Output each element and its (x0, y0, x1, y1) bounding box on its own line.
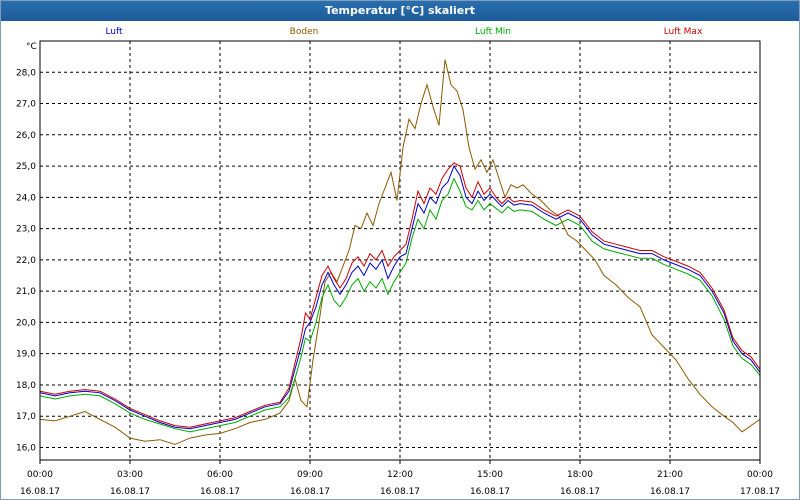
x-tick-time: 00:00 (27, 470, 53, 480)
x-tick-date: 16.08.17 (110, 487, 150, 497)
y-tick-label: 20,0 (16, 318, 36, 328)
legend-item: Luft Min (475, 27, 511, 37)
y-tick-label: 17,0 (16, 412, 36, 422)
y-tick-label: 23,0 (16, 225, 36, 235)
x-tick-date: 16.08.17 (650, 487, 690, 497)
x-tick-date: 16.08.17 (560, 487, 600, 497)
y-tick-label: 18,0 (16, 381, 36, 391)
y-tick-label: 25,0 (16, 162, 36, 172)
y-tick-label: 24,0 (16, 193, 36, 203)
y-tick-label: 21,0 (16, 287, 36, 297)
legend-item: Luft (105, 27, 123, 37)
x-tick-date: 16.08.17 (290, 487, 330, 497)
x-tick-date: 16.08.17 (470, 487, 510, 497)
y-tick-label: 26,0 (16, 131, 36, 141)
x-tick-time: 15:00 (477, 470, 503, 480)
y-tick-label: 27,0 (16, 100, 36, 110)
x-tick-date: 16.08.17 (200, 487, 240, 497)
x-tick-time: 06:00 (207, 470, 233, 480)
y-tick-label: 22,0 (16, 256, 36, 266)
x-tick-time: 21:00 (657, 470, 683, 480)
x-tick-time: 18:00 (567, 470, 593, 480)
y-tick-label: 16,0 (16, 443, 36, 453)
y-tick-label: 19,0 (16, 350, 36, 360)
x-tick-time: 09:00 (297, 470, 323, 480)
x-tick-time: 03:00 (117, 470, 143, 480)
legend-item: Luft Max (664, 27, 703, 37)
temperature-chart: 16,0 17,0 18,0 19,0 20,0 21,0 22,0 23,0 24,0 25,0… (16, 27, 780, 497)
x-tick-date: 16.08.17 (380, 487, 420, 497)
legend: Luft Boden Luft Min Luft Max (105, 27, 703, 37)
x-tick-date: 16.08.17 (20, 487, 60, 497)
y-axis: 16,0 17,0 18,0 19,0 20,0 21,0 22,0 23,0 24,0 25,0… (16, 68, 36, 453)
y-axis-label: °C (26, 42, 37, 52)
x-tick-date: 17.08.17 (740, 487, 780, 497)
y-tick-label: 28,0 (16, 68, 36, 78)
x-tick-time: 12:00 (387, 470, 413, 480)
legend-item: Boden (290, 27, 319, 37)
x-axis: 00:00 16.08.17 03:00 16.08.17 06:00 16.08.17 0… (20, 460, 780, 497)
chart-window: Temperatur [°C] skaliert 16,0 17,0 18,0 19,… (0, 0, 800, 500)
x-tick-time: 00:00 (747, 470, 773, 480)
